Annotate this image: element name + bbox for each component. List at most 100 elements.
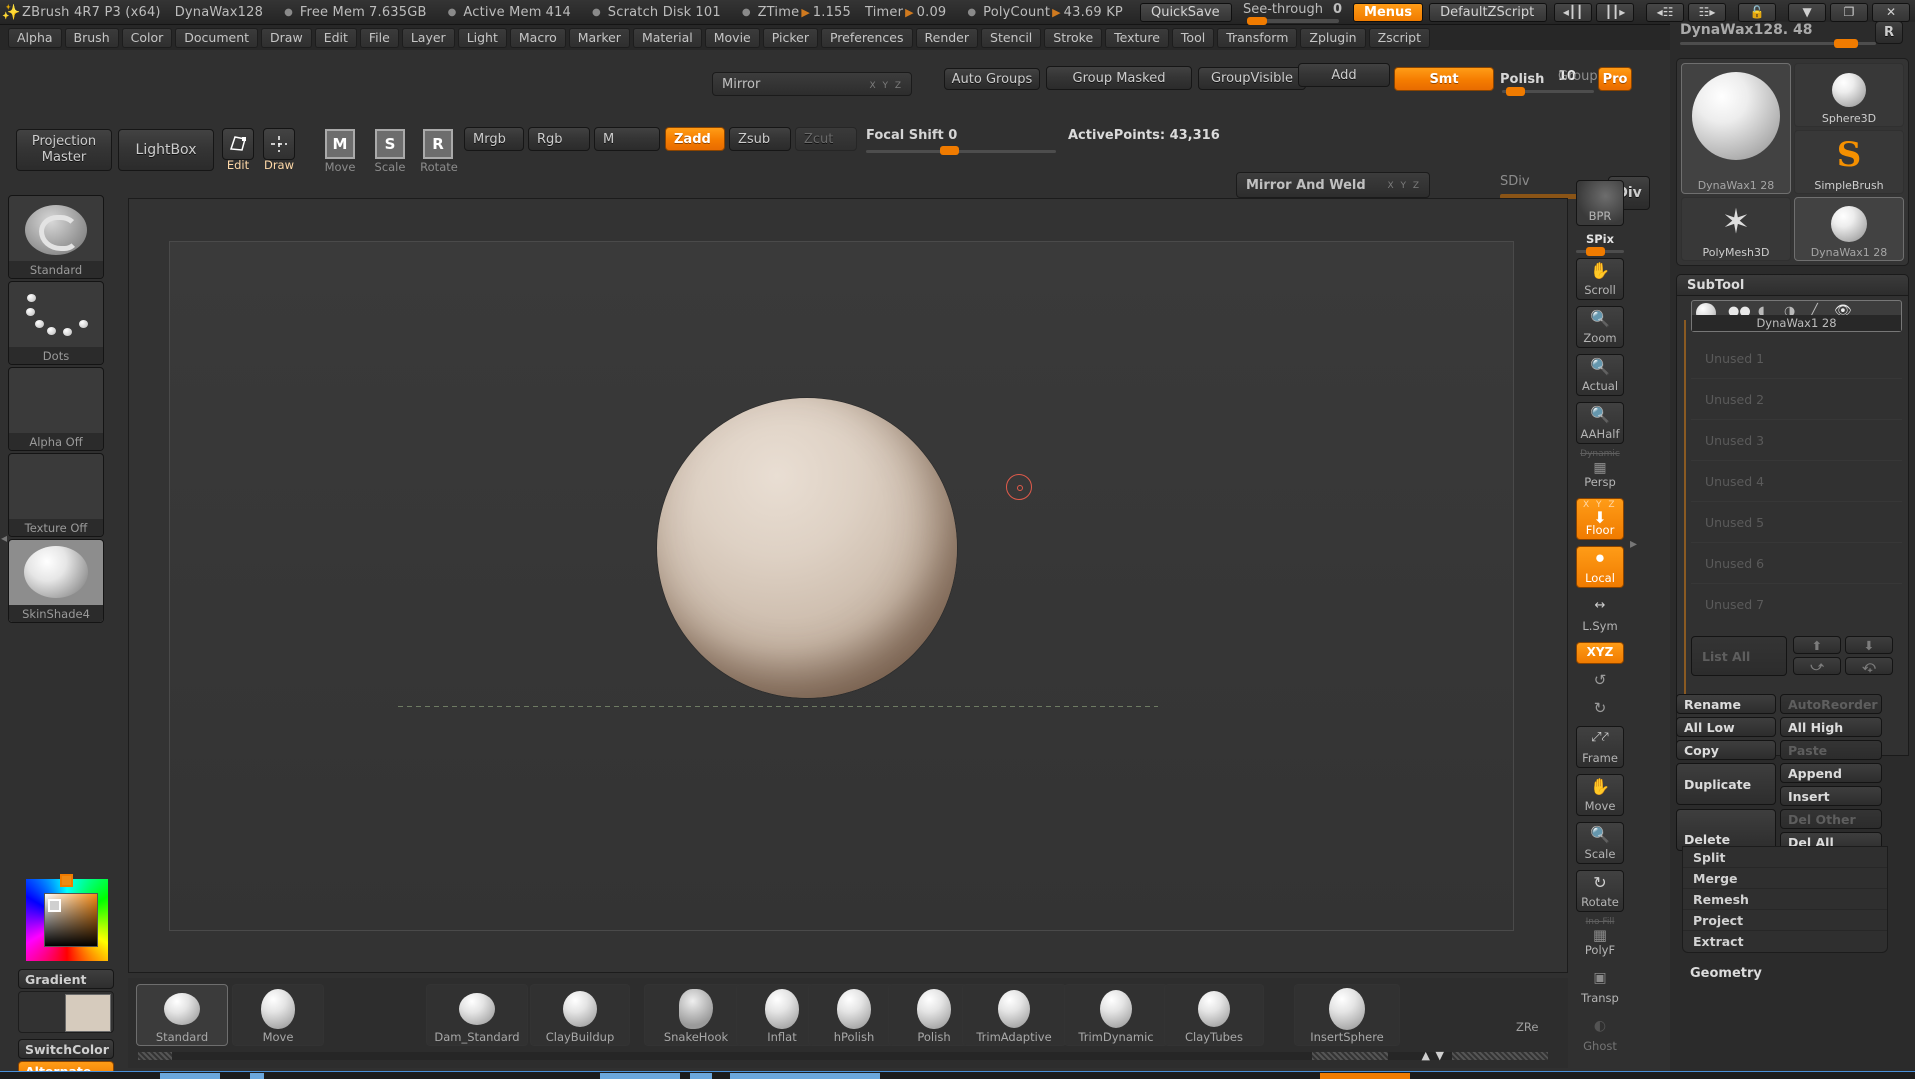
tool-item-simplebrush[interactable]: S SimpleBrush <box>1794 130 1904 194</box>
menu-item-draw[interactable]: Draw <box>261 27 312 48</box>
subtool-row-unused-3[interactable]: Unused 3 <box>1691 420 1902 461</box>
menu-item-tool[interactable]: Tool <box>1171 27 1215 48</box>
extract-button[interactable]: Extract <box>1683 931 1887 952</box>
brush-scroll-right-hatch[interactable] <box>1312 1052 1388 1060</box>
subtool-row-unused-6[interactable]: Unused 6 <box>1691 543 1902 584</box>
brush-trimadaptive[interactable]: TrimAdaptive <box>962 984 1066 1046</box>
menu-item-preferences[interactable]: Preferences <box>820 27 913 48</box>
smt-button[interactable]: Smt <box>1394 67 1494 91</box>
brush-move[interactable]: Move <box>232 984 324 1046</box>
tool-item-dynawax-large[interactable]: DynaWax1 28 <box>1681 63 1791 194</box>
quicksave-button[interactable]: QuickSave <box>1139 2 1232 22</box>
hue-marker[interactable] <box>60 874 73 887</box>
draw-button[interactable] <box>263 128 295 160</box>
polish-slider[interactable]: Polish 10 Group <box>1500 68 1598 96</box>
brush-scroll-left-hatch[interactable] <box>138 1052 172 1060</box>
stroke-thumbnail[interactable]: Dots <box>8 281 104 365</box>
menu-item-transform[interactable]: Transform <box>1217 27 1298 48</box>
persp-button[interactable]: Dynamic ▦ Persp <box>1576 449 1624 492</box>
brush-claytubes[interactable]: ClayTubes <box>1164 984 1264 1046</box>
menu-item-picker[interactable]: Picker <box>762 27 818 48</box>
menu-item-brush[interactable]: Brush <box>64 27 119 48</box>
list-all-button[interactable]: List All <box>1691 636 1787 676</box>
rgb-button[interactable]: Rgb <box>528 127 590 151</box>
group-masked-button[interactable]: Group Masked <box>1046 66 1192 90</box>
see-through-knob[interactable] <box>1246 16 1267 25</box>
aahalf-button[interactable]: 🔍 AAHalf <box>1576 402 1624 444</box>
menu-item-layer[interactable]: Layer <box>401 27 455 48</box>
zoom-button[interactable]: 🔍 Zoom <box>1576 306 1624 348</box>
brush-claybuildup[interactable]: ClayBuildup <box>530 984 630 1046</box>
menu-item-zscript[interactable]: Zscript <box>1368 27 1431 48</box>
subtool-row-unused-4[interactable]: Unused 4 <box>1691 461 1902 502</box>
menu-item-color[interactable]: Color <box>121 27 173 48</box>
lightbox-button[interactable]: LightBox <box>118 129 214 171</box>
switch-color-button[interactable]: SwitchColor <box>18 1039 114 1059</box>
auto-groups-button[interactable]: Auto Groups <box>944 68 1040 90</box>
current-color-swatch[interactable] <box>65 994 111 1032</box>
subtool-move-out-button[interactable]: ⤻ <box>1793 657 1841 675</box>
actual-button[interactable]: 🔍 Actual <box>1576 354 1624 396</box>
right-tray-collapse-icon[interactable]: ▸ <box>1630 536 1637 552</box>
zadd-button[interactable]: Zadd <box>665 127 725 151</box>
pro-button[interactable]: Pro <box>1598 67 1632 91</box>
menu-item-zplugin[interactable]: Zplugin <box>1300 27 1366 48</box>
mrgb-button[interactable]: Mrgb <box>464 127 524 151</box>
brush-scroll-up-icon[interactable]: ▲ <box>1422 1049 1430 1062</box>
autoreorder-button[interactable]: AutoReorder <box>1780 694 1882 714</box>
delete-button[interactable]: Delete <box>1676 809 1776 851</box>
taskbar-item[interactable] <box>250 1073 264 1079</box>
brush-scrollbar[interactable]: ▲ ▼ <box>138 1049 1548 1062</box>
move-gyro-button[interactable]: ✋ Move <box>1576 774 1624 816</box>
ghost-button[interactable]: ◐ Ghost <box>1576 1014 1624 1056</box>
window-prev-icon[interactable]: ◂☷ <box>1646 2 1685 22</box>
split-button[interactable]: Split <box>1683 847 1887 868</box>
menu-item-light[interactable]: Light <box>457 27 507 48</box>
document-canvas[interactable] <box>169 241 1514 931</box>
merge-button[interactable]: Merge <box>1683 868 1887 889</box>
brush-scroll-end-hatch[interactable] <box>1452 1052 1548 1060</box>
move-button[interactable]: M <box>325 129 355 159</box>
brush-zre-label[interactable]: ZRe <box>1516 1020 1538 1034</box>
brush-scroll-down-icon[interactable]: ▼ <box>1436 1049 1444 1062</box>
menu-item-macro[interactable]: Macro <box>509 27 566 48</box>
paste-button[interactable]: Paste <box>1780 740 1882 760</box>
project-button[interactable]: Project <box>1683 910 1887 931</box>
menu-item-document[interactable]: Document <box>175 27 259 48</box>
rename-button[interactable]: Rename <box>1676 694 1776 714</box>
insert-button[interactable]: Insert <box>1780 786 1882 806</box>
tool-item-dynawax-active[interactable]: DynaWax1 28 <box>1794 197 1904 261</box>
mirror-and-weld-button[interactable]: Mirror And Weld X Y Z <box>1236 172 1430 198</box>
subtool-active-row[interactable]: ●● ◖ ◑ ╱ 👁 DynaWax1 28 <box>1691 300 1902 332</box>
edit-button[interactable] <box>222 128 254 160</box>
menu-item-alpha[interactable]: Alpha <box>8 27 62 48</box>
see-through-track[interactable] <box>1246 16 1339 25</box>
add-button[interactable]: Add <box>1298 63 1390 87</box>
all-high-button[interactable]: All High <box>1780 717 1882 737</box>
menu-item-stroke[interactable]: Stroke <box>1044 27 1103 48</box>
see-through-slider[interactable]: See-through 0 <box>1243 2 1342 25</box>
window-next-icon[interactable]: ☷▸ <box>1688 2 1727 22</box>
taskbar-item[interactable] <box>730 1073 880 1079</box>
tool-item-polymesh3d[interactable]: ✶ PolyMesh3D <box>1681 197 1791 261</box>
menu-item-marker[interactable]: Marker <box>568 27 630 48</box>
del-other-button[interactable]: Del Other <box>1780 809 1882 829</box>
brush-standard[interactable]: Standard <box>136 984 228 1046</box>
subtool-move-down-button[interactable]: ⬇ <box>1845 636 1893 654</box>
left-tray-collapse-icon[interactable]: ◂ <box>1 531 7 545</box>
menus-button[interactable]: Menus <box>1353 2 1424 22</box>
rotate-gyro-button[interactable]: ↻ Rotate <box>1576 870 1624 912</box>
taskbar-item-active[interactable] <box>1320 1073 1410 1079</box>
bpr-button[interactable]: BPR <box>1576 180 1624 226</box>
color-picker[interactable] <box>26 874 108 961</box>
zscript-button[interactable]: DefaultZScript <box>1429 2 1548 22</box>
remesh-button[interactable]: Remesh <box>1683 889 1887 910</box>
menu-item-edit[interactable]: Edit <box>314 27 357 48</box>
tool-r-button[interactable]: R <box>1875 21 1903 44</box>
geometry-header[interactable]: Geometry <box>1690 966 1762 981</box>
subtool-row-unused-7[interactable]: Unused 7 <box>1691 584 1902 625</box>
texture-thumbnail[interactable]: Texture Off <box>8 453 104 537</box>
subtool-move-up-button[interactable]: ⬆ <box>1793 636 1841 654</box>
zsub-button[interactable]: Zsub <box>729 127 791 151</box>
material-thumbnail[interactable]: SkinShade4 <box>8 539 104 623</box>
